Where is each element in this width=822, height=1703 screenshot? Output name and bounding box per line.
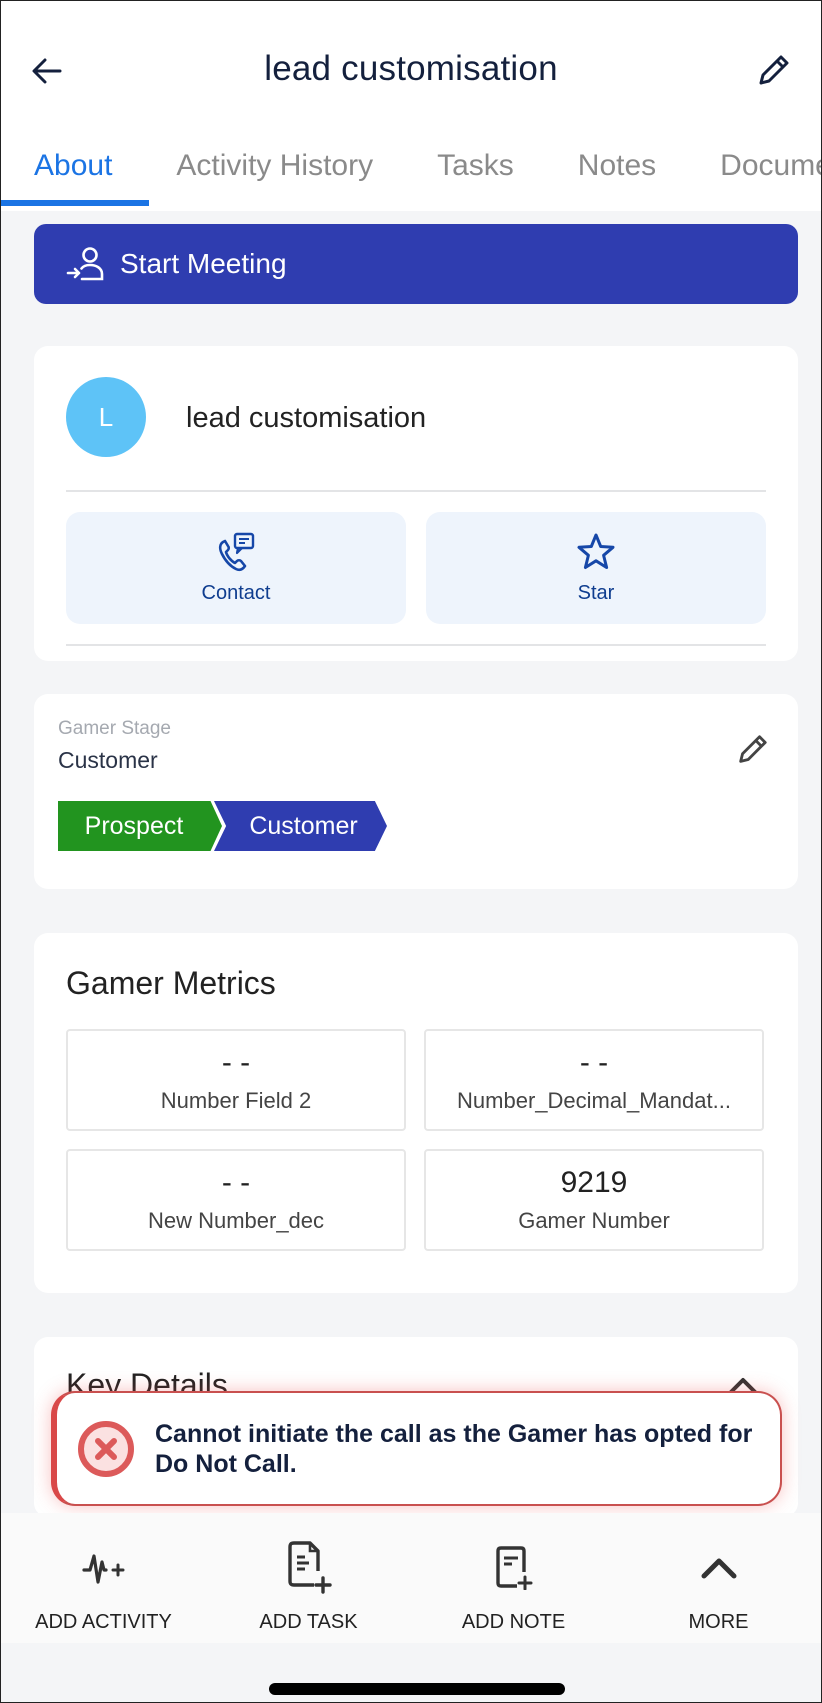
tab-about[interactable]: About	[34, 141, 112, 209]
active-tab-indicator	[1, 200, 149, 206]
stage-label: Gamer Stage	[58, 718, 171, 739]
activity-plus-icon	[81, 1554, 124, 1584]
metric-name: New Number_dec	[147, 1208, 325, 1233]
metric-tile: - - New Number_dec	[66, 1149, 406, 1251]
phone-message-icon	[218, 532, 255, 571]
star-button[interactable]: Star	[426, 512, 766, 624]
stage-pipeline: Prospect Customer	[58, 801, 387, 851]
metrics-card: Gamer Metrics - - Number Field 2 - - Num…	[34, 933, 798, 1293]
metric-value: - -	[221, 1166, 251, 1199]
tab-bar: About Activity History Tasks Notes Docum…	[1, 141, 821, 209]
error-toast: Cannot initiate the call as the Gamer ha…	[51, 1391, 782, 1506]
stage-step-prospect[interactable]: Prospect	[58, 801, 222, 851]
stage-value: Customer	[58, 747, 158, 773]
metric-name: Number_Decimal_Mandat...	[457, 1088, 731, 1113]
error-circle-icon	[78, 1420, 134, 1477]
add-note-button[interactable]: ADD NOTE	[411, 1513, 616, 1643]
add-activity-button[interactable]: ADD ACTIVITY	[1, 1513, 206, 1643]
stage-card: Gamer Stage Customer Prospect Customer	[34, 694, 798, 889]
tab-activity-history[interactable]: Activity History	[176, 141, 373, 209]
divider	[66, 490, 766, 492]
tab-tasks[interactable]: Tasks	[437, 141, 514, 209]
chevron-up-icon	[701, 1558, 736, 1579]
add-note-label: ADD NOTE	[461, 1611, 566, 1633]
metric-value: - -	[579, 1046, 609, 1079]
bottom-action-bar: ADD ACTIVITY ADD TASK ADD NOTE MORE	[1, 1513, 821, 1643]
metric-tile: - - Number_Decimal_Mandat...	[424, 1029, 764, 1131]
star-label: Star	[577, 581, 615, 604]
metrics-title: Gamer Metrics	[66, 965, 276, 1001]
pencil-icon	[739, 735, 767, 763]
stage-step-customer[interactable]: Customer	[214, 801, 387, 851]
divider	[66, 644, 766, 646]
profile-card: L lead customisation Contact Star	[34, 346, 798, 661]
app-header: lead customisation About Activity Histor…	[1, 1, 821, 211]
avatar: L	[66, 377, 146, 457]
page-title: lead customisation	[264, 49, 558, 88]
add-activity-label: ADD ACTIVITY	[35, 1611, 172, 1633]
metric-name: Number Field 2	[160, 1088, 312, 1113]
metric-tile: - - Number Field 2	[66, 1029, 406, 1131]
metric-value: 9219	[560, 1166, 628, 1199]
metric-name: Gamer Number	[518, 1208, 670, 1233]
add-task-label: ADD TASK	[259, 1611, 358, 1633]
more-label: MORE	[688, 1611, 749, 1633]
metric-tile: 9219 Gamer Number	[424, 1149, 764, 1251]
contact-label: Contact	[201, 581, 271, 604]
star-icon	[577, 533, 615, 569]
pencil-icon	[759, 55, 789, 85]
profile-name: lead customisation	[186, 402, 427, 434]
toast-message: Cannot initiate the call as the Gamer ha…	[155, 1419, 753, 1478]
add-task-button[interactable]: ADD TASK	[206, 1513, 411, 1643]
tab-notes[interactable]: Notes	[578, 141, 656, 209]
edit-button[interactable]	[753, 51, 793, 91]
user-enter-icon	[66, 247, 104, 281]
metric-value: - -	[221, 1046, 251, 1079]
start-meeting-button[interactable]: Start Meeting	[34, 224, 798, 304]
home-indicator	[269, 1683, 565, 1695]
more-button[interactable]: MORE	[616, 1513, 821, 1643]
tab-documents[interactable]: Documents	[720, 141, 821, 209]
start-meeting-label: Start Meeting	[120, 248, 287, 279]
contact-button[interactable]: Contact	[66, 512, 406, 624]
stage-edit-button[interactable]	[732, 730, 772, 770]
task-plus-icon	[287, 1541, 332, 1594]
note-plus-icon	[495, 1546, 532, 1590]
